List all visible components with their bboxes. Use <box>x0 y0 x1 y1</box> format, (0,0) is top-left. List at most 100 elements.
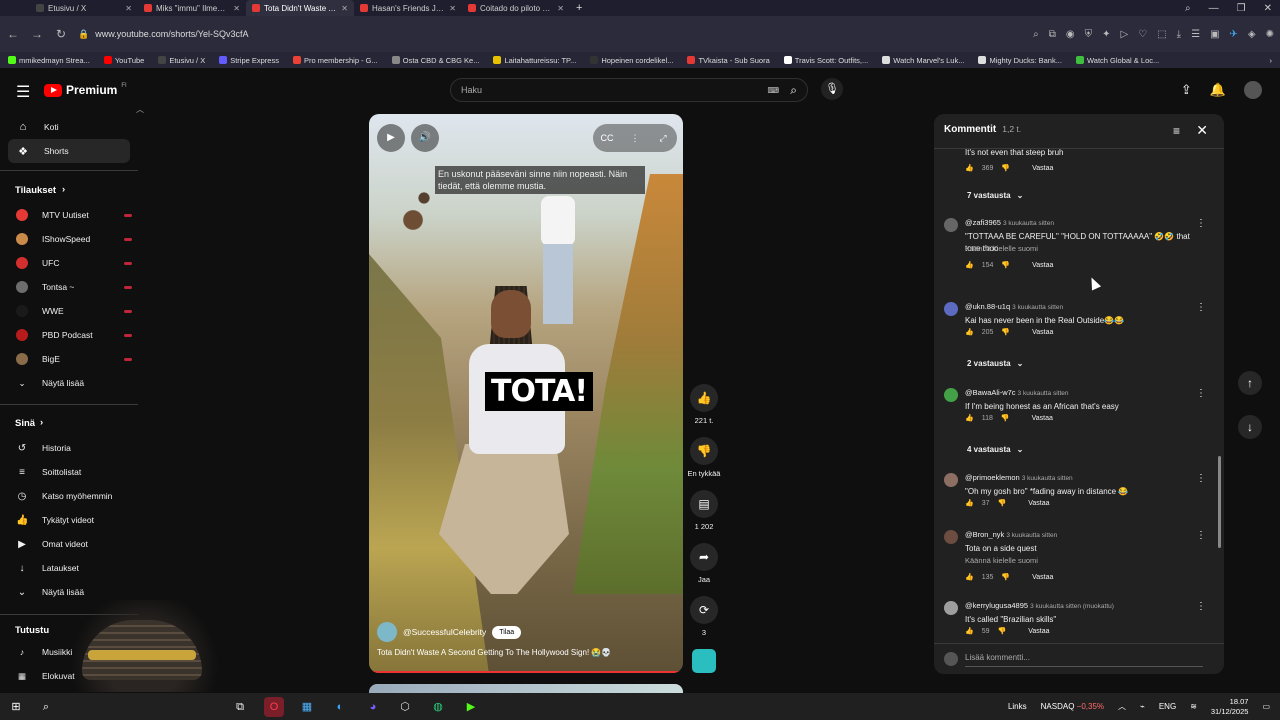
browser-tab[interactable]: Hasan's Friends Just Exp✕ <box>354 0 462 16</box>
reply-button[interactable]: Vastaa <box>1032 574 1053 581</box>
close-window-button[interactable]: ✕ <box>1264 3 1272 14</box>
sidebar-subscription[interactable]: Tontsa ~ <box>16 275 132 299</box>
bookmark-item[interactable]: Watch Marvel's Luk... <box>882 56 964 65</box>
like-icon[interactable]: 👍 <box>690 384 718 412</box>
search-input[interactable]: Haku ⌨ ⌕ <box>450 78 808 102</box>
maximize-button[interactable]: ❐ <box>1237 3 1246 14</box>
tab-close-icon[interactable]: ✕ <box>449 4 456 13</box>
play-icon[interactable]: ▷ <box>1121 29 1129 40</box>
sidebar-item-history[interactable]: ↺ Historia <box>16 436 132 460</box>
bookmark-item[interactable]: Travis Scott: Outfits,... <box>783 56 868 65</box>
sidebar-subscription[interactable]: UFC <box>16 251 132 275</box>
comment-more-icon[interactable]: ⋮ <box>1196 473 1206 484</box>
subscriptions-heading[interactable]: Tilaukset <box>15 185 56 196</box>
comment-avatar[interactable] <box>944 218 958 232</box>
heart-icon[interactable]: ♡ <box>1138 29 1147 40</box>
wifi-icon[interactable]: ≋ <box>1190 702 1197 711</box>
minimize-button[interactable]: — <box>1209 3 1219 14</box>
bookmark-item[interactable]: Osta CBD & CBG Ke... <box>391 56 479 65</box>
dislike-icon[interactable]: 👎 <box>998 627 1007 635</box>
screenshot-icon[interactable]: ⧉ <box>1049 29 1056 40</box>
remix-icon[interactable]: ⟳ <box>690 596 718 624</box>
bookmark-item[interactable]: mmikedmayn Strea... <box>8 56 90 65</box>
replies-toggle[interactable]: 4 vastausta ⌄ <box>967 445 1023 454</box>
reply-button[interactable]: Vastaa <box>1032 262 1053 269</box>
clock[interactable]: 18.07 31/12/2025 <box>1211 697 1249 717</box>
sidebar-subscription[interactable]: MTV Uutiset <box>16 203 132 227</box>
sidebar-item-my-videos[interactable]: ▶ Omat videot <box>16 532 132 556</box>
sidebar-item-download[interactable]: ↓ Lataukset <box>16 556 132 580</box>
dislike-icon[interactable]: 👎 <box>1001 261 1010 269</box>
search-icon[interactable]: ⌕ <box>790 83 797 98</box>
search-tabs-icon[interactable]: ⌕ <box>1185 3 1191 14</box>
browser-tab[interactable]: Tota Didn't Waste A Secon ✕ <box>246 0 354 16</box>
vpn-icon[interactable]: ✈ <box>1230 29 1238 40</box>
edge-icon[interactable]: ◐ <box>330 697 350 717</box>
discord-icon[interactable]: ◕ <box>363 697 383 717</box>
obs-icon[interactable]: ◍ <box>428 697 448 717</box>
dislike-icon[interactable]: 👎 <box>998 499 1007 507</box>
replies-toggle[interactable]: 2 vastausta ⌄ <box>967 359 1023 368</box>
browser-tab[interactable]: Coitado do piloto da Mot ✕ <box>462 0 570 16</box>
comment-avatar[interactable] <box>944 388 958 402</box>
keyboard-icon[interactable]: ⌨ <box>767 86 779 95</box>
channel-name[interactable]: @SuccessfulCelebrity <box>403 627 486 637</box>
comment-more-icon[interactable]: ⋮ <box>1196 302 1206 313</box>
sidebar-subscription[interactable]: BigE <box>16 347 132 371</box>
bookmark-item[interactable]: Laitahattureissu: TP... <box>493 56 576 65</box>
box-icon[interactable]: ⬚ <box>1157 29 1166 40</box>
stock-ticker[interactable]: NASDAQ −0,35% <box>1041 702 1104 711</box>
like-icon[interactable]: 👍 <box>965 627 974 635</box>
search-icon[interactable]: ⌕ <box>1033 29 1039 40</box>
translate-link[interactable]: Käännä kielelle suomi <box>965 244 1038 253</box>
links-toolbar[interactable]: Links <box>1008 702 1027 711</box>
subscribe-button[interactable]: Tilaa <box>492 625 522 639</box>
tray-chevron-icon[interactable]: ︿ <box>1118 701 1126 712</box>
add-comment-input[interactable]: Lisää kommentti... <box>965 653 1030 662</box>
like-icon[interactable]: 👍 <box>965 573 974 581</box>
reload-icon[interactable]: ↻ <box>54 27 68 41</box>
sidebar-show-more[interactable]: ⌄ Näytä lisää <box>16 371 132 395</box>
taskbar-search-icon[interactable]: ⌕ <box>36 697 56 717</box>
bookmark-item[interactable]: Mighty Ducks: Bank... <box>978 56 1062 65</box>
menu-icon[interactable]: ☰ <box>1191 29 1200 40</box>
back-icon[interactable]: ← <box>6 27 20 41</box>
files-icon[interactable]: ▦ <box>297 697 317 717</box>
comment-author[interactable]: @zafi3965 <box>965 218 1001 227</box>
opera-icon[interactable]: O <box>264 697 284 717</box>
sound-thumbnail[interactable] <box>692 649 716 673</box>
app-icon[interactable]: ⬡ <box>395 697 415 717</box>
comment-author[interactable]: @primoeklemon <box>965 473 1020 482</box>
like-icon[interactable]: 👍 <box>965 164 974 172</box>
shield-icon[interactable]: ⛨ <box>1085 29 1093 40</box>
next-short-arrow-icon[interactable]: ↓ <box>1238 415 1262 439</box>
shorts-video-player[interactable]: ▶ 🔊 CC ⋮ ⤢ En uskonut pääseväni sinne ni… <box>369 114 683 673</box>
comment-avatar[interactable] <box>944 601 958 615</box>
sidebar-subscription[interactable]: PBD Podcast <box>16 323 132 347</box>
video-title[interactable]: Tota Didn't Waste A Second Getting To Th… <box>377 648 611 657</box>
comment-avatar[interactable] <box>944 473 958 487</box>
translate-link[interactable]: Käännä kielelle suomi <box>965 556 1038 565</box>
voice-search-icon[interactable]: 🎙 <box>821 78 843 100</box>
comment-author[interactable]: @kerrylugusa4895 <box>965 601 1028 610</box>
browser-tab[interactable]: Etusivu / X ✕ <box>30 0 138 16</box>
replies-toggle[interactable]: 7 vastausta ⌄ <box>967 191 1023 200</box>
sidebar-subscription[interactable]: IShowSpeed <box>16 227 132 251</box>
wallet-icon[interactable]: ▣ <box>1210 29 1219 40</box>
channel-avatar[interactable] <box>377 622 397 642</box>
comment-author[interactable]: @Bron_nyk <box>965 530 1004 539</box>
cube-icon[interactable]: ◈ <box>1248 29 1256 40</box>
dislike-icon[interactable]: 👎 <box>690 437 718 465</box>
like-icon[interactable]: 👍 <box>965 261 974 269</box>
avatar[interactable] <box>1244 81 1262 99</box>
notifications-icon[interactable]: 🔔 <box>1210 82 1226 98</box>
bookmark-item[interactable]: Hopeinen cordelikel... <box>590 56 673 65</box>
upload-icon[interactable]: ⇪ <box>1181 82 1192 98</box>
like-icon[interactable]: 👍 <box>965 328 974 336</box>
reply-button[interactable]: Vastaa <box>1028 628 1049 635</box>
sidebar-subscription[interactable]: WWE <box>16 299 132 323</box>
windows-start-icon[interactable]: ⊞ <box>6 697 26 717</box>
like-icon[interactable]: 👍 <box>965 414 974 422</box>
ai-icon[interactable]: ✺ <box>1266 29 1274 40</box>
comment-more-icon[interactable]: ⋮ <box>1196 601 1206 612</box>
